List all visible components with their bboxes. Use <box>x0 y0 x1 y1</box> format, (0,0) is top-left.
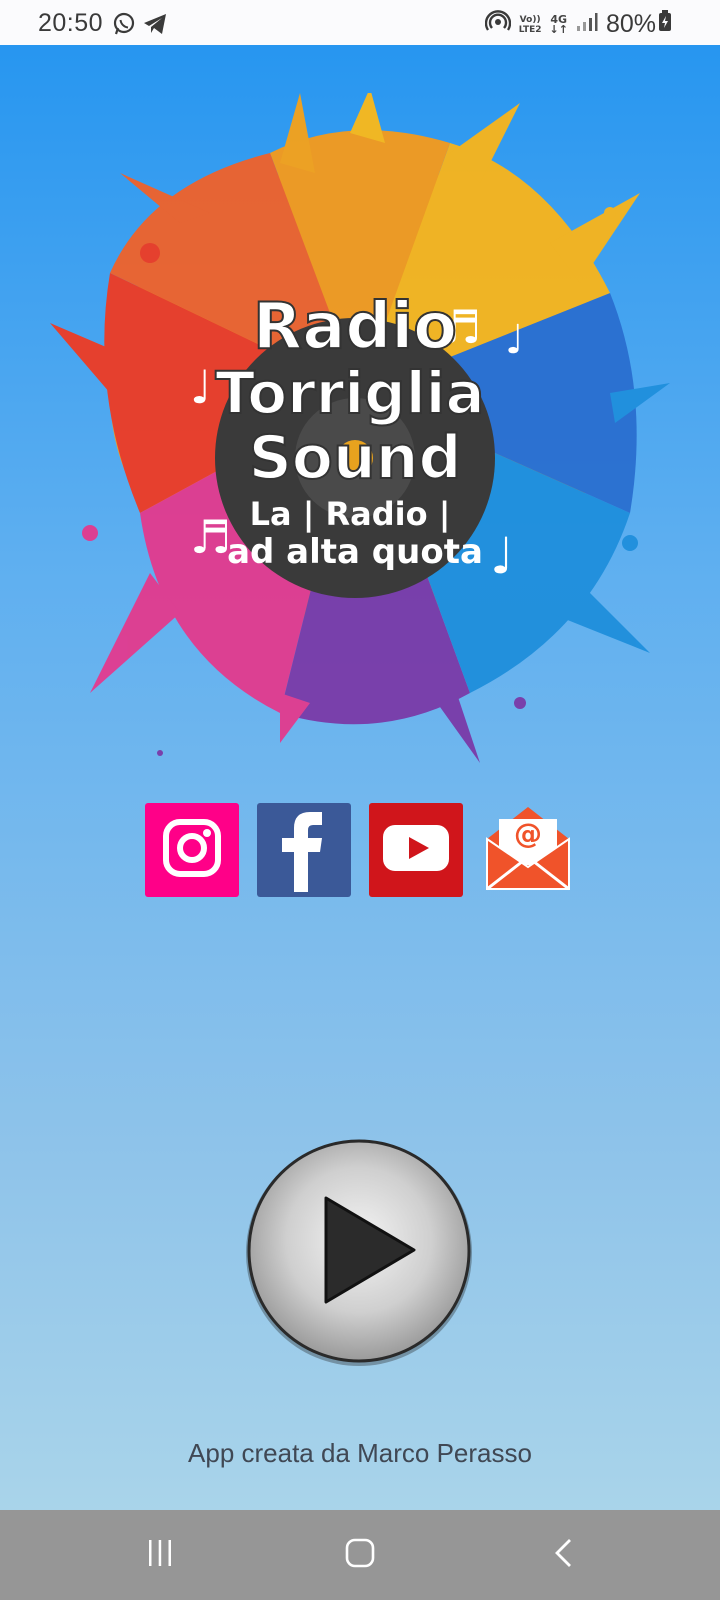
svg-text:♬: ♬ <box>190 510 231 564</box>
play-button[interactable] <box>244 1138 474 1368</box>
logo-tagline2: ad alta quota <box>227 532 483 572</box>
svg-text:♩: ♩ <box>490 527 514 585</box>
status-bar: 20:50 Vo)) LTE2 4G ↓↑ 80% <box>0 0 720 45</box>
email-icon: @ <box>483 803 573 898</box>
logo-line3: Sound <box>249 423 462 493</box>
hotspot-icon <box>484 9 511 40</box>
logo-line2: Torriglia <box>215 359 484 427</box>
email-button[interactable]: @ <box>481 803 575 897</box>
svg-text:@: @ <box>514 817 542 850</box>
social-links: @ <box>145 803 575 897</box>
app-credit: App creata da Marco Perasso <box>188 1438 532 1468</box>
main-screen: ♩ ♬ ♩ ♬ ♩ Radio Torriglia Sound La | Rad… <box>0 45 720 1510</box>
status-time: 20:50 <box>38 9 104 37</box>
radio-logo: ♩ ♬ ♩ ♬ ♩ Radio Torriglia Sound La | Rad… <box>50 88 670 783</box>
telegram-icon <box>142 12 168 41</box>
facebook-icon <box>274 808 334 897</box>
battery-icon <box>658 10 672 39</box>
svg-text:♩: ♩ <box>505 317 524 363</box>
notification-icons <box>112 12 168 41</box>
battery-level: 80% <box>605 10 656 38</box>
svg-text:♩: ♩ <box>190 360 212 414</box>
whatsapp-icon <box>112 12 136 41</box>
home-icon <box>344 1537 376 1574</box>
logo-line1: Radio <box>253 290 457 364</box>
volte-icon: Vo)) LTE2 <box>518 14 542 35</box>
back-button[interactable] <box>534 1530 594 1580</box>
nav-bar <box>0 1510 720 1600</box>
home-button[interactable] <box>330 1530 390 1580</box>
youtube-icon <box>381 823 451 878</box>
instagram-button[interactable] <box>145 803 239 897</box>
recents-icon <box>145 1538 175 1573</box>
instagram-icon <box>160 816 224 885</box>
facebook-button[interactable] <box>257 803 351 897</box>
recents-button[interactable] <box>130 1530 190 1580</box>
back-icon <box>551 1537 577 1574</box>
youtube-button[interactable] <box>369 803 463 897</box>
4g-icon: 4G ↓↑ <box>549 12 568 36</box>
logo-tagline1: La | Radio | <box>250 495 451 534</box>
system-status: Vo)) LTE2 4G ↓↑ 80% <box>484 9 672 40</box>
signal-icon <box>576 10 598 39</box>
